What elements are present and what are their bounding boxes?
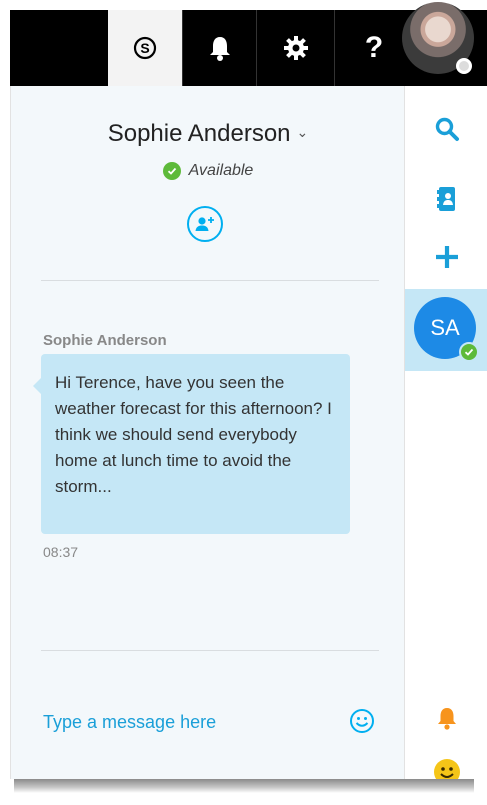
conversation-header[interactable]: Sophie Anderson ⌄: [11, 120, 405, 148]
message-timestamp: 08:37: [43, 544, 79, 560]
user-status-indicator: [456, 58, 472, 74]
chevron-down-icon[interactable]: ⌄: [297, 124, 309, 140]
add-participant-button[interactable]: [187, 206, 223, 242]
help-button[interactable]: ?: [334, 10, 413, 86]
add-person-icon: [195, 217, 214, 231]
notifications-button[interactable]: [182, 10, 257, 86]
svg-text:S: S: [140, 40, 149, 56]
skype-button[interactable]: S: [108, 10, 182, 86]
bell-icon: [437, 708, 456, 730]
window-shadow: [14, 779, 474, 793]
emoji-icon[interactable]: [349, 708, 375, 739]
contact-initials: SA: [430, 315, 460, 340]
contact-name[interactable]: Sophie Anderson: [108, 120, 291, 147]
available-check-icon: [162, 162, 181, 180]
new-conversation-button[interactable]: [405, 244, 487, 270]
search-button[interactable]: [405, 116, 487, 142]
message-bubble[interactable]: Hi Terence, have you seen the weather fo…: [33, 354, 350, 534]
notifications-side-button[interactable]: [405, 706, 487, 730]
help-icon: ?: [364, 31, 384, 64]
bell-icon: [210, 37, 230, 61]
presence-status: Available: [11, 162, 405, 180]
conversation-panel: Sophie Anderson ⌄ Available Sophie Anders…: [10, 86, 405, 779]
settings-button[interactable]: [256, 10, 335, 86]
plus-icon: [435, 246, 458, 268]
divider: [41, 280, 379, 281]
recent-chat-sophie-anderson[interactable]: SA: [405, 289, 487, 371]
contacts-button[interactable]: [405, 186, 487, 212]
search-icon: [435, 117, 459, 141]
online-status-icon: [459, 342, 479, 362]
message-sender: Sophie Anderson: [43, 332, 167, 349]
skype-icon: S: [133, 36, 157, 60]
right-sidebar: SA: [404, 86, 487, 785]
contacts-book-icon: [436, 187, 455, 211]
gear-icon: [284, 36, 308, 60]
presence-label: Available: [188, 162, 254, 179]
message-input[interactable]: [41, 706, 335, 738]
divider: [41, 650, 379, 651]
